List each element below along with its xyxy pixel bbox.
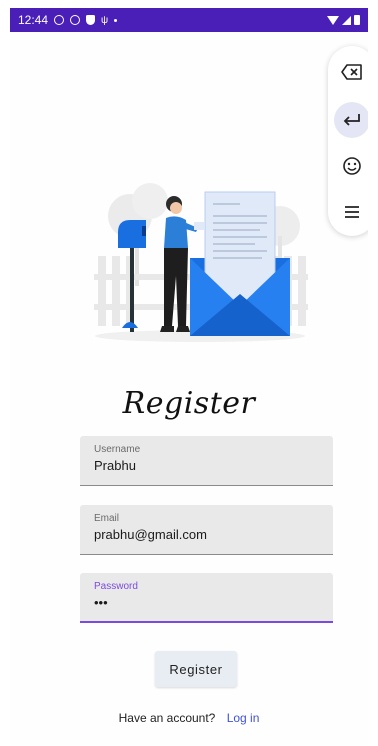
username-label: Username — [94, 444, 141, 455]
email-label: Email — [94, 513, 120, 524]
dot-icon — [114, 18, 118, 22]
page-title: Register — [122, 386, 256, 421]
email-field[interactable]: Email prabhu@gmail.com — [80, 505, 333, 555]
enter-icon — [343, 114, 360, 126]
status-time: 12:44 — [18, 13, 49, 27]
login-link[interactable]: Log in — [227, 711, 260, 725]
enter-button[interactable] — [334, 102, 368, 138]
username-input[interactable]: Prabhu — [94, 458, 333, 473]
login-prompt: Have an account? Log in — [10, 711, 368, 725]
menu-icon — [345, 206, 359, 218]
password-field[interactable]: Password ••• — [80, 573, 333, 623]
app-screen: 12:44 ψ Register Username Prabhu Email p… — [10, 8, 368, 746]
emoji-icon — [343, 157, 361, 175]
username-field[interactable]: Username Prabhu — [80, 436, 333, 486]
keyboard-menu-button[interactable] — [334, 194, 368, 230]
usb-icon: ψ — [101, 14, 109, 26]
email-input[interactable]: prabhu@gmail.com — [94, 527, 333, 542]
wifi-icon — [327, 15, 339, 25]
shield-icon — [86, 15, 96, 25]
registration-illustration — [90, 156, 308, 348]
keyboard-toolbar — [328, 46, 368, 236]
do-not-disturb-icon — [70, 15, 81, 25]
backspace-button[interactable] — [334, 54, 368, 90]
have-account-text: Have an account? — [118, 711, 216, 725]
status-bar: 12:44 ψ — [10, 8, 368, 32]
alarm-icon — [54, 15, 65, 25]
register-button[interactable]: Register — [155, 651, 237, 687]
emoji-button[interactable] — [334, 148, 368, 184]
backspace-icon — [341, 64, 362, 80]
signal-icon — [342, 15, 351, 25]
battery-icon — [354, 15, 360, 25]
password-label: Password — [94, 581, 138, 592]
password-input[interactable]: ••• — [94, 595, 333, 610]
